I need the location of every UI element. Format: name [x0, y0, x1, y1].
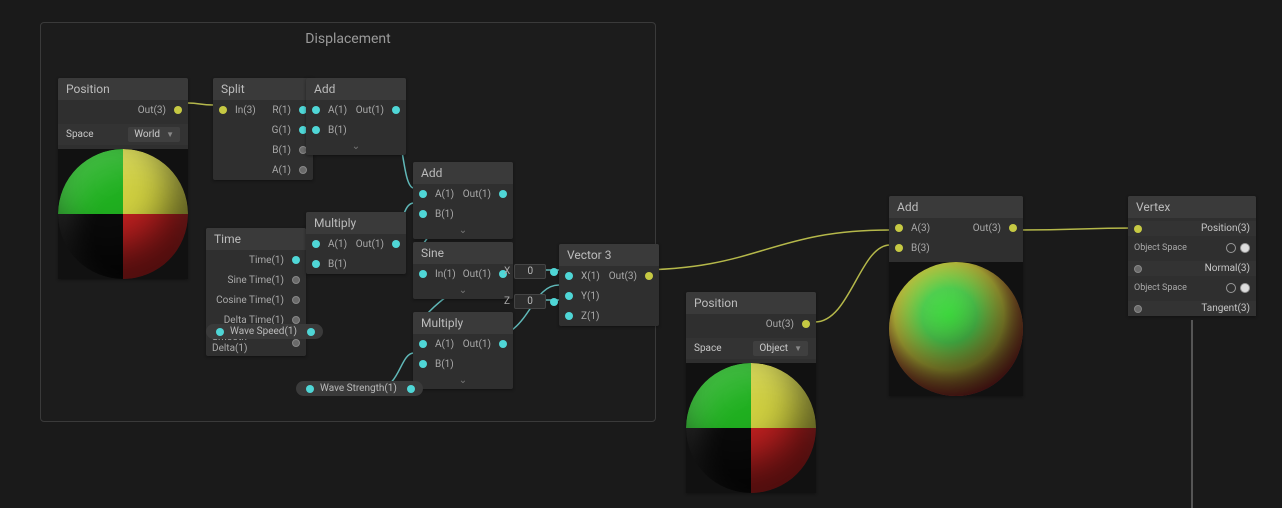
port-normal[interactable] [1134, 265, 1142, 273]
vertex-connector-stem [1191, 320, 1193, 508]
node-add-1[interactable]: Add A(1) Out(1) B(1) ⌄ [306, 78, 406, 155]
node-title: Add [306, 78, 406, 100]
port-in[interactable] [219, 106, 227, 114]
node-add-2[interactable]: Add A(1) Out(1) B(1) ⌄ [413, 162, 513, 239]
port-b[interactable] [312, 260, 320, 268]
port-y[interactable] [565, 292, 573, 300]
node-title: Multiply [413, 312, 513, 334]
port-out[interactable] [645, 272, 653, 280]
node-title: Add [889, 196, 1023, 218]
port-out[interactable] [307, 328, 315, 336]
port-time[interactable] [292, 256, 300, 264]
port-out[interactable] [392, 106, 400, 114]
port-in[interactable] [419, 270, 427, 278]
collapse-chevron[interactable]: ⌄ [306, 140, 406, 155]
port-b[interactable] [312, 126, 320, 134]
port-z-out[interactable] [550, 298, 558, 306]
port-out[interactable] [802, 320, 810, 328]
port-out[interactable] [1009, 224, 1017, 232]
port-x[interactable] [565, 272, 573, 280]
z-field[interactable]: 0 [514, 294, 546, 309]
node-preview [686, 363, 816, 493]
port-x-out[interactable] [550, 268, 558, 276]
node-split[interactable]: Split In(3) R(1) G(1) B(1) A(1) [213, 78, 313, 180]
node-preview [889, 262, 1023, 396]
port-a[interactable] [312, 240, 320, 248]
port-a[interactable] [312, 106, 320, 114]
port-label: Out(3) [138, 105, 166, 116]
node-sine[interactable]: Sine In(1) Out(1) ⌄ [413, 242, 513, 299]
port-dot[interactable] [216, 328, 224, 336]
port-position[interactable] [1134, 225, 1142, 233]
toggle-normal-space[interactable] [1226, 243, 1236, 253]
node-preview [58, 149, 188, 279]
node-title: Add [413, 162, 513, 184]
node-title: Sine [413, 242, 513, 264]
port-smooth[interactable] [292, 339, 300, 347]
space-label: Space [694, 343, 722, 354]
node-vector3[interactable]: Vector 3 X(1) Out(3) Y(1) Z(1) [559, 244, 659, 326]
port-tangent[interactable] [1134, 305, 1142, 313]
toggle-normal-space-on[interactable] [1240, 243, 1250, 253]
node-position-world[interactable]: Position Out(3) Space World [58, 78, 188, 279]
port-sine[interactable] [292, 276, 300, 284]
node-multiply-1[interactable]: Multiply A(1) Out(1) B(1) [306, 212, 406, 274]
node-position-object[interactable]: Position Out(3) Space Object [686, 292, 816, 493]
port-delta[interactable] [292, 316, 300, 324]
port-dot[interactable] [306, 385, 314, 393]
space-select[interactable]: World [128, 127, 180, 142]
node-title: Vertex [1128, 196, 1256, 218]
port-out[interactable] [407, 385, 415, 393]
port-z[interactable] [565, 312, 573, 320]
port-a[interactable] [419, 190, 427, 198]
port-out[interactable] [392, 240, 400, 248]
space-select[interactable]: Object [753, 341, 808, 356]
toggle-tangent-space-on[interactable] [1240, 283, 1250, 293]
x-field[interactable]: 0 [514, 264, 546, 279]
property-wave-strength[interactable]: Wave Strength(1) [296, 381, 423, 396]
node-title: Time [206, 228, 306, 250]
node-title: Position [686, 292, 816, 314]
x-value-input[interactable]: X 0 [504, 264, 558, 279]
port-a[interactable] [895, 224, 903, 232]
node-add-3[interactable]: Add A(3) Out(3) B(3) [889, 196, 1023, 396]
node-title: Multiply [306, 212, 406, 234]
toggle-tangent-space[interactable] [1226, 283, 1236, 293]
port-b[interactable] [419, 210, 427, 218]
port-b[interactable] [419, 360, 427, 368]
space-label: Space [66, 129, 94, 140]
node-title: Position [58, 78, 188, 100]
collapse-chevron[interactable]: ⌄ [413, 224, 513, 239]
collapse-chevron[interactable]: ⌄ [413, 374, 513, 389]
port-a[interactable] [299, 166, 307, 174]
port-label: Out(3) [766, 319, 794, 330]
node-title: Split [213, 78, 313, 100]
node-vertex[interactable]: Vertex Position(3) Object Space Normal(3… [1128, 196, 1256, 316]
port-out[interactable] [499, 340, 507, 348]
group-title: Displacement [41, 31, 655, 47]
node-title: Vector 3 [559, 244, 659, 266]
property-wave-speed[interactable]: Wave Speed(1) [206, 324, 323, 339]
port-b[interactable] [895, 244, 903, 252]
port-out[interactable] [174, 106, 182, 114]
port-out[interactable] [499, 190, 507, 198]
z-value-input[interactable]: Z 0 [504, 294, 558, 309]
collapse-chevron[interactable]: ⌄ [413, 284, 513, 299]
port-cosine[interactable] [292, 296, 300, 304]
port-a[interactable] [419, 340, 427, 348]
node-multiply-2[interactable]: Multiply A(1) Out(1) B(1) ⌄ [413, 312, 513, 389]
